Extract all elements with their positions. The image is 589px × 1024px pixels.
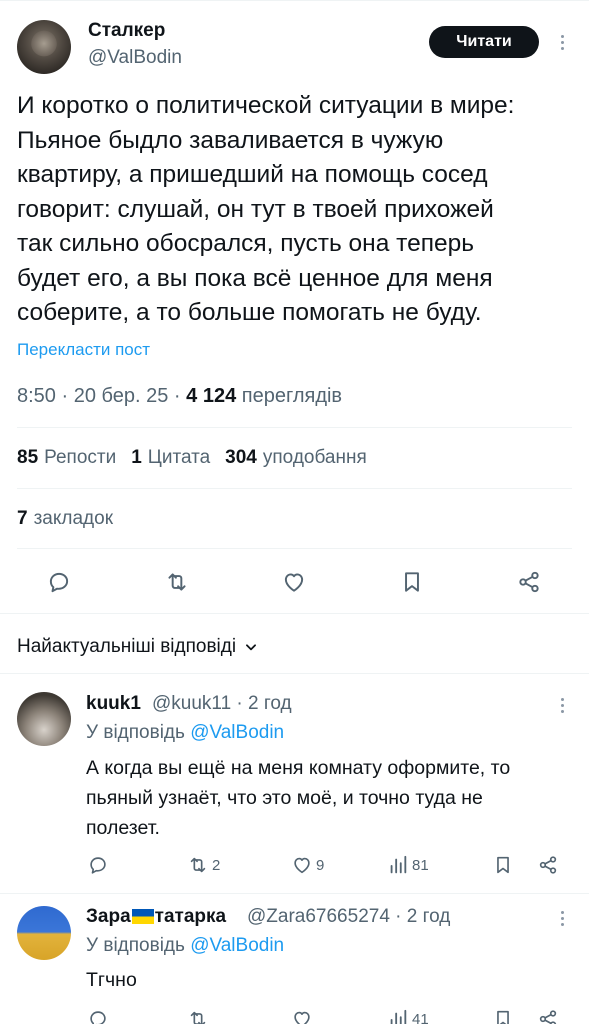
chevron-down-icon [246, 644, 257, 651]
more-icon[interactable] [552, 695, 572, 715]
likes-stat[interactable]: 304 уподобання [225, 447, 367, 469]
views-count: 41 [412, 1010, 429, 1024]
reply-text: А когда вы ещё на меня комнату оформите,… [86, 757, 511, 839]
reply-handle-text: @Zara67665274 [247, 906, 390, 927]
reply-author-handle[interactable]: @kuuk11 · 2 год [152, 693, 292, 715]
divider [17, 548, 572, 549]
reply-author-handle[interactable]: @Zara67665274 · 2 год [247, 906, 450, 928]
reply-handle-text: @kuuk11 [152, 693, 232, 714]
quotes-label: Цитата [147, 447, 211, 468]
bookmarks-count: 7 [17, 508, 28, 529]
share-action[interactable] [537, 854, 559, 876]
engagement-stats: 85 Репости 1 Цитата 304 уподобання [17, 447, 382, 469]
divider [0, 893, 589, 894]
retweet-action[interactable] [187, 1008, 209, 1024]
tweet-date[interactable]: 20 бер. 25 [74, 385, 169, 407]
bookmark-icon[interactable] [397, 567, 427, 597]
bookmarks-label: закладок [33, 508, 114, 529]
top-border [0, 0, 589, 1]
like-action[interactable] [291, 1008, 313, 1024]
reply-time: 2 год [248, 693, 292, 714]
views-count: 4 124 [186, 385, 237, 407]
reposts-label: Репости [44, 447, 117, 468]
bookmarks-stat[interactable]: 7 закладок [17, 508, 113, 530]
reply-author-name[interactable]: Зара татарка [86, 906, 226, 928]
views-icon [390, 1009, 407, 1024]
reply-action[interactable] [87, 1008, 109, 1024]
retweet-action[interactable]: 2 [187, 854, 220, 876]
retweet-icon[interactable] [162, 567, 192, 597]
tweet-text: И коротко о политической ситуации в мире… [17, 92, 515, 326]
share-icon [539, 1010, 557, 1024]
replies-sort-dropdown[interactable]: Найактуальніші відповіді [17, 636, 258, 658]
divider [17, 488, 572, 489]
views-label: переглядів [241, 385, 343, 407]
quotes-count: 1 [131, 447, 142, 468]
author-name[interactable]: Сталкер [88, 20, 165, 42]
retweet-icon [190, 1011, 206, 1024]
reply-icon [90, 857, 106, 874]
reply-author-name-part2: татарка [154, 906, 227, 927]
more-icon[interactable] [552, 32, 572, 52]
reposts-count: 85 [17, 447, 39, 468]
bookmark-icon [497, 856, 509, 874]
like-action[interactable]: 9 [291, 854, 324, 876]
like-icon[interactable] [279, 567, 309, 597]
meta-separator: · [173, 385, 187, 407]
bookmark-action[interactable] [492, 1008, 514, 1024]
like-icon [294, 1011, 310, 1024]
reply-action[interactable] [87, 854, 109, 876]
reply-author-name-part1: Зара [86, 906, 131, 927]
replying-prefix: У відповідь [86, 722, 185, 743]
views-icon [390, 855, 407, 874]
quotes-stat[interactable]: 1 Цитата [131, 447, 210, 469]
like-icon [294, 857, 310, 874]
replying-prefix: У відповідь [86, 935, 185, 956]
reply-avatar[interactable] [17, 692, 71, 746]
likes-label: уподобання [262, 447, 367, 468]
reply-avatar[interactable] [17, 906, 71, 960]
reply-icon[interactable] [44, 567, 74, 597]
ukraine-flag-icon [131, 909, 154, 924]
divider [17, 427, 572, 428]
author-avatar[interactable] [17, 20, 71, 74]
reply-time: 2 год [406, 906, 451, 927]
follow-button[interactable]: Читати [429, 26, 539, 58]
author-handle[interactable]: @ValBodin [88, 47, 182, 69]
share-icon[interactable] [514, 567, 544, 597]
retweet-icon [190, 857, 206, 873]
reply-text: Тгчно [86, 969, 137, 991]
replying-to: У відповідь @ValBodin [86, 722, 284, 744]
replying-to-link[interactable]: @ValBodin [190, 935, 284, 956]
views-action[interactable]: 81 [387, 854, 429, 876]
tweet-time[interactable]: 8:50 [17, 385, 56, 407]
reposts-stat[interactable]: 85 Репости [17, 447, 116, 469]
tweet-meta: 8:50 · 20 бер. 25 · 4 124 переглядів [17, 385, 342, 408]
like-count: 9 [316, 856, 325, 874]
replies-sort-label: Найактуальніші відповіді [17, 636, 237, 657]
bookmark-icon [497, 1010, 509, 1024]
divider [0, 613, 589, 614]
replying-to: У відповідь @ValBodin [86, 935, 284, 957]
likes-count: 304 [225, 447, 257, 468]
views-count: 81 [412, 856, 429, 874]
translate-link[interactable]: Перекласти пост [17, 340, 150, 360]
share-action[interactable] [537, 1008, 559, 1024]
more-icon[interactable] [552, 908, 572, 928]
replying-to-link[interactable]: @ValBodin [190, 722, 284, 743]
share-icon [539, 856, 557, 874]
divider [0, 673, 589, 674]
reply-icon [90, 1011, 106, 1024]
views-action[interactable]: 41 [387, 1008, 429, 1024]
meta-separator: · [61, 385, 74, 407]
retweet-count: 2 [212, 856, 221, 874]
reply-author-name[interactable]: kuuk1 [86, 693, 141, 715]
bookmark-action[interactable] [492, 854, 514, 876]
